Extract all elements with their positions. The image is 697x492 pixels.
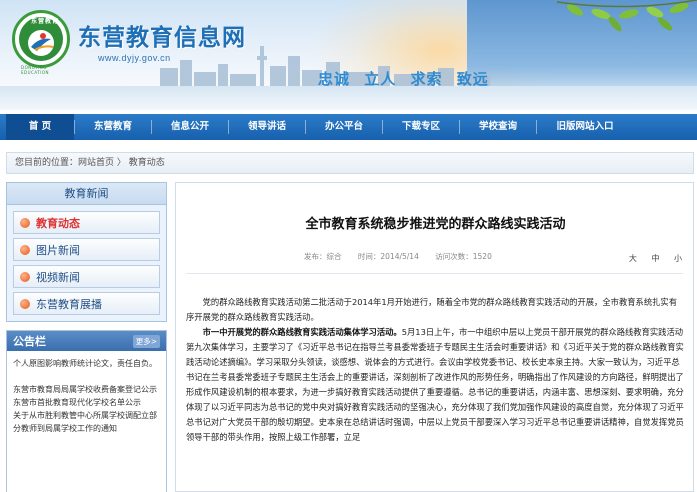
notice-list: 个人原图影响教师统计论文，责任自负。 东营市教育局局属学校收费备案登记公示 东营…	[7, 351, 166, 492]
font-size-large-button[interactable]: 大	[629, 254, 640, 263]
article-paragraph: 市一中开展党的群众路线教育实践活动集体学习活动。5月13日上午，市一中组织中层以…	[186, 325, 684, 445]
site-header: 东营教育 DONGYING EDUCATION 东营教育信息网 www.dyjy…	[0, 0, 697, 110]
nav-home[interactable]: 首 页	[6, 114, 74, 140]
notice-item[interactable]: 东营市首批教育现代化学校名单公示	[13, 396, 160, 409]
article-meta: 发布：综合 时间：2014/5/14 访问次数：1520	[304, 251, 506, 262]
site-title: 东营教育信息网	[78, 25, 246, 51]
notice-board: 公告栏 更多> 个人原图影响教师统计论文，责任自负。 东营市教育局局属学校收费备…	[6, 330, 167, 492]
notice-more-link[interactable]: 更多>	[132, 334, 160, 348]
article-divider	[186, 273, 683, 274]
article-paragraph: 党的群众路线教育实践活动第二批活动于2014年1月开始进行，随着全市党的群众路线…	[186, 297, 678, 322]
main-nav: 首 页 东营教育 信息公开 领导讲话 办公平台 下载专区 学校查询 旧版网站入口	[0, 114, 697, 140]
sidebar-item-photo-news[interactable]: 图片新闻	[13, 238, 160, 261]
site-logo[interactable]: 东营教育 DONGYING EDUCATION	[12, 10, 70, 75]
motto-word: 求索	[410, 70, 443, 88]
nav-office-platform[interactable]: 办公平台	[306, 114, 382, 140]
leaves-decoration	[557, 0, 697, 32]
article-date: 时间：2014/5/14	[357, 252, 419, 261]
nav-info-disclosure[interactable]: 信息公开	[152, 114, 228, 140]
sidebar-item-education-news[interactable]: 教育动态	[13, 211, 160, 234]
breadcrumb: 您目前的位置：网站首页 〉 教育动态	[6, 152, 694, 174]
article-author: 发布：综合	[304, 252, 342, 261]
font-size-small-button[interactable]: 小	[674, 254, 685, 263]
article-title: 全市教育系统稳步推进党的群众路线实践活动	[305, 217, 566, 232]
sidebar-item-label: 东营教育展播	[36, 297, 102, 311]
font-size-medium-button[interactable]: 中	[651, 254, 662, 263]
article-subheading: 市一中开展党的群众路线教育实践活动集体学习活动。	[202, 327, 402, 337]
nav-school-search[interactable]: 学校查询	[460, 114, 536, 140]
sidebar-item-video-news[interactable]: 视频新闻	[13, 265, 160, 288]
left-sidebar: 教育新闻 教育动态 图片新闻 视频新闻 东营教育展播 公告栏 更多> 个人原图影…	[6, 182, 167, 492]
nav-downloads[interactable]: 下载专区	[383, 114, 459, 140]
motto-word: 忠诚	[318, 70, 351, 88]
notice-item[interactable]: 东营市教育局局属学校收费备案登记公示	[13, 383, 160, 396]
article-body: 党的群众路线教育实践活动第二批活动于2014年1月开始进行，随着全市党的群众路线…	[186, 295, 684, 445]
bullet-icon	[20, 298, 30, 309]
logo-subtext: DONGYING EDUCATION	[21, 65, 50, 75]
motto-word: 致远	[456, 70, 489, 88]
bullet-icon	[20, 271, 30, 282]
notice-title: 公告栏	[13, 335, 46, 348]
sidebar-item-label: 教育动态	[36, 216, 80, 230]
motto-word: 立人	[364, 70, 397, 88]
nav-old-site[interactable]: 旧版网站入口	[537, 114, 633, 140]
sidebar-item-label: 图片新闻	[36, 243, 80, 257]
article-paragraph-text: 5月13日上午，市一中组织中层以上党员干部开展党的群众路线教育实践活动第九次集体…	[186, 327, 684, 442]
sidebar-item-label: 视频新闻	[36, 270, 80, 284]
water-reflection	[0, 86, 697, 110]
nav-leader-speeches[interactable]: 领导讲话	[229, 114, 305, 140]
nav-dongying-education[interactable]: 东营教育	[75, 114, 151, 140]
sidebar-item-education-showcase[interactable]: 东营教育展播	[13, 292, 160, 315]
font-size-switcher: 大 中 小	[623, 253, 685, 264]
bullet-icon	[20, 217, 30, 228]
notice-item[interactable]: 个人原图影响教师统计论文，责任自负。	[13, 357, 160, 370]
article-panel: 全市教育系统稳步推进党的群众路线实践活动 发布：综合 时间：2014/5/14 …	[175, 182, 694, 492]
sidebar-title: 教育新闻	[7, 183, 166, 205]
bullet-icon	[20, 244, 30, 255]
site-url: www.dyjy.gov.cn	[98, 53, 171, 63]
site-motto: 忠诚 立人 求索 致远	[318, 68, 497, 89]
news-category-box: 教育新闻 教育动态 图片新闻 视频新闻 东营教育展播	[6, 182, 167, 322]
notice-header: 公告栏 更多>	[7, 331, 166, 351]
logo-text: 东营教育	[31, 18, 60, 25]
notice-item[interactable]: 关于从市胜利教管中心所属学校调配立部分教师到局属学校工作的通知	[13, 409, 160, 435]
article-views: 访问次数：1520	[435, 252, 492, 261]
